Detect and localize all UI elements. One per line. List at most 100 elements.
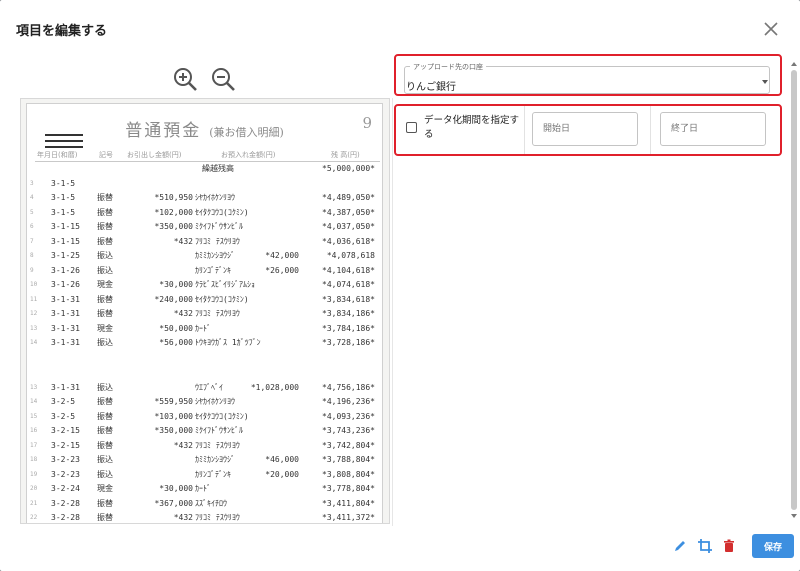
row-number: 9 xyxy=(30,266,34,274)
table-row: 3 3-1-5 xyxy=(27,177,382,192)
bankbook-header: 年月日(和暦) 記号 お引出し金額(円) お預入れ金額(円) 残 高(円) xyxy=(35,149,380,162)
scroll-down-icon[interactable] xyxy=(791,514,797,518)
row-type: 現金 xyxy=(97,280,113,289)
row-withdrawal: *432 xyxy=(173,309,193,318)
scroll-up-icon[interactable] xyxy=(791,62,797,66)
row-deposit: *20,000 xyxy=(265,469,299,479)
scrollbar[interactable] xyxy=(790,62,798,522)
row-date: 3-2-28 xyxy=(51,498,80,508)
scroll-thumb[interactable] xyxy=(791,70,797,510)
pencil-icon[interactable] xyxy=(672,538,688,554)
row-withdrawal: *50,000 xyxy=(159,323,193,333)
upload-account-value[interactable]: りんご銀行 xyxy=(406,78,456,93)
row-type: 振込 xyxy=(97,469,113,479)
row-balance: *3,728,186* xyxy=(322,338,375,347)
zoom-out-icon[interactable] xyxy=(210,66,236,92)
end-date-input[interactable] xyxy=(660,112,766,146)
header-balance: 残 高(円) xyxy=(331,151,360,159)
row-withdrawal: *103,000 xyxy=(154,411,193,421)
carry-over-label: 繰越残高 xyxy=(202,164,234,173)
row-withdrawal: *350,000 xyxy=(154,222,193,231)
row-number: 5 xyxy=(30,208,34,216)
period-checkbox[interactable] xyxy=(406,122,417,133)
period-separator xyxy=(524,106,525,154)
row-balance: *3,834,618* xyxy=(322,294,375,304)
row-description: ﾌﾘｺﾐ ﾃｽｳﾘﾖｳ xyxy=(195,236,240,246)
row-type: 振替 xyxy=(97,207,113,217)
table-row: 17 3-2-15 振替 *432 ﾌﾘｺﾐ ﾃｽｳﾘﾖｳ *3,742,804* xyxy=(27,439,382,454)
upload-account-label: アップロード先の口座 xyxy=(410,62,486,72)
row-balance: *4,756,186* xyxy=(322,382,375,392)
row-number: 13 xyxy=(30,383,38,391)
row-date: 3-1-15 xyxy=(51,236,80,246)
dropdown-caret-icon[interactable] xyxy=(762,80,768,84)
row-date: 3-1-15 xyxy=(51,222,80,231)
row-number: 7 xyxy=(30,237,34,245)
row-description: ｾｲﾀｸｺｳｺ(ｺｸﾐﾝ) xyxy=(195,411,249,421)
header-withdrawal: お引出し金額(円) xyxy=(127,151,182,159)
row-deposit: *42,000 xyxy=(265,251,299,260)
table-row: 18 3-2-23 振込 ｶﾐﾐｶﾝｼﾖｳｼﾞ *46,000 *3,788,804* xyxy=(27,453,382,468)
row-balance: *3,743,236* xyxy=(322,426,375,435)
row-type: 振込 xyxy=(97,251,113,260)
bankbook-subtitle: (兼お借入明細) xyxy=(209,126,284,139)
row-balance: *4,078,618 xyxy=(326,251,375,260)
row-balance: *3,834,186* xyxy=(322,309,375,318)
row-description: ﾌﾘｺﾐ ﾃｽｳﾘﾖｳ xyxy=(195,440,240,450)
row-type: 振替 xyxy=(97,193,113,202)
row-description: ﾄｳｷﾖｳｶﾞｽ 1ｶﾞﾂﾌﾞﾝ xyxy=(195,338,261,347)
row-number: 20 xyxy=(30,485,38,492)
row-balance: *4,489,050* xyxy=(322,193,375,202)
row-deposit: *46,000 xyxy=(265,455,299,464)
row-withdrawal: *240,000 xyxy=(154,294,193,304)
period-checkbox-label[interactable]: データ化期間を指定する xyxy=(424,114,524,142)
trash-icon[interactable] xyxy=(721,538,737,554)
table-row: 4 3-1-5 振替 *510,950 ｼﾔｶｲﾎｹﾝﾘﾖｳ *4,489,050* xyxy=(27,191,382,206)
row-withdrawal: *350,000 xyxy=(154,426,193,435)
row-number: 21 xyxy=(30,499,38,507)
row-number: 14 xyxy=(30,398,38,405)
table-row: 22 3-2-28 振替 *432 ﾌﾘｺﾐ ﾃｽｳﾘﾖｳ *3,411,372* xyxy=(27,511,382,523)
row-number: 3 xyxy=(30,179,34,187)
row-number: 22 xyxy=(30,514,38,521)
row-type: 振替 xyxy=(97,397,113,406)
row-type: 振込 xyxy=(97,455,113,464)
table-row: 21 3-2-28 振替 *367,000 ｽｽﾞｷｲﾁﾛｳ *3,411,804* xyxy=(27,497,382,512)
row-description: ｼﾔｶｲﾎｹﾝﾘﾖｳ xyxy=(195,193,235,202)
row-type: 現金 xyxy=(97,484,113,493)
row-balance: *4,387,050* xyxy=(322,207,375,217)
row-balance: *3,808,804* xyxy=(322,469,375,479)
row-number: 14 xyxy=(30,339,38,346)
bankbook-title-main: 普通預金 xyxy=(125,121,202,141)
period-highlight: データ化期間を指定する xyxy=(394,104,782,156)
crop-icon[interactable] xyxy=(697,538,713,554)
row-number: 12 xyxy=(30,310,38,317)
zoom-in-icon[interactable] xyxy=(172,66,198,92)
row-date: 3-1-26 xyxy=(51,280,80,289)
row-deposit: *26,000 xyxy=(265,265,299,275)
close-icon[interactable] xyxy=(762,20,780,38)
row-withdrawal: *56,000 xyxy=(159,338,193,347)
table-row: 7 3-1-15 振替 *432 ﾌﾘｺﾐ ﾃｽｳﾘﾖｳ *4,036,618* xyxy=(27,235,382,250)
table-row: 11 3-1-31 振替 *240,000 ｾｲﾀｸｺｳｺ(ｺｸﾐﾝ) *3,834,61… xyxy=(27,293,382,308)
carry-over-balance: *5,000,000* xyxy=(322,164,375,173)
row-number: 13 xyxy=(30,324,38,332)
row-date: 3-1-31 xyxy=(51,338,80,347)
start-date-input[interactable] xyxy=(532,112,638,146)
edit-item-dialog: 項目を編集する 普通預金 (兼お借入明細) 9 年月日(和暦) 記号 お引出し金額… xyxy=(0,0,800,571)
upload-account-highlight: アップロード先の口座 りんご銀行 xyxy=(394,54,782,96)
row-type: 振替 xyxy=(97,513,113,522)
table-row: 6 3-1-15 振替 *350,000 ﾐｸｲﾌﾄﾞｳｻﾝﾋﾞﾙ *4,037,050* xyxy=(27,220,382,235)
document-preview[interactable]: 普通預金 (兼お借入明細) 9 年月日(和暦) 記号 お引出し金額(円) お預入れ… xyxy=(20,98,390,524)
row-type: 振替 xyxy=(97,236,113,246)
row-withdrawal: *30,000 xyxy=(159,484,193,493)
save-button[interactable]: 保存 xyxy=(752,534,794,558)
row-type: 振替 xyxy=(97,498,113,508)
table-row: 8 3-1-25 振込 ｶﾐﾐｶﾝｼﾖｳｼﾞ *42,000 *4,078,618 xyxy=(27,249,382,264)
row-number: 4 xyxy=(30,194,34,201)
row-description: ｶｰﾄﾞ xyxy=(195,323,211,333)
row-withdrawal: *30,000 xyxy=(159,280,193,289)
row-date: 3-2-15 xyxy=(51,440,80,450)
row-date: 3-1-5 xyxy=(51,193,76,202)
row-type: 振替 xyxy=(97,440,113,450)
